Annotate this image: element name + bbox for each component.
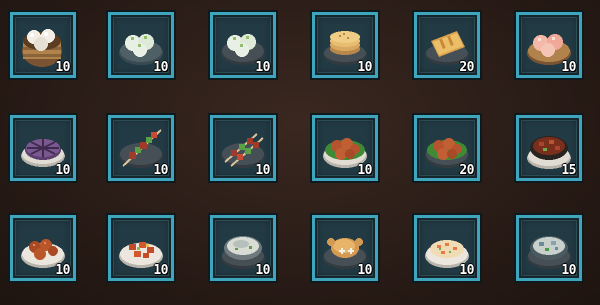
quantity-label: 20 bbox=[459, 60, 474, 75]
inventory-slot[interactable]: 10 bbox=[108, 115, 174, 181]
inventory-slot[interactable]: 10 bbox=[210, 12, 276, 78]
quantity-label: 10 bbox=[153, 263, 168, 278]
quantity-label: 10 bbox=[55, 263, 70, 278]
quantity-label: 10 bbox=[153, 60, 168, 75]
quantity-label: 10 bbox=[357, 60, 372, 75]
quantity-label: 10 bbox=[55, 163, 70, 178]
quantity-label: 20 bbox=[459, 163, 474, 178]
quantity-label: 10 bbox=[357, 263, 372, 278]
quantity-label: 10 bbox=[357, 163, 372, 178]
quantity-label: 10 bbox=[255, 60, 270, 75]
inventory-slot[interactable]: 10 bbox=[414, 215, 480, 281]
inventory-slot[interactable]: 10 bbox=[108, 215, 174, 281]
quantity-label: 10 bbox=[255, 263, 270, 278]
quantity-label: 10 bbox=[459, 263, 474, 278]
inventory-slot[interactable]: 10 bbox=[312, 115, 378, 181]
inventory-slot[interactable]: 20 bbox=[414, 115, 480, 181]
inventory-slot[interactable]: 10 bbox=[516, 215, 582, 281]
quantity-label: 10 bbox=[561, 263, 576, 278]
quantity-label: 10 bbox=[255, 163, 270, 178]
quantity-label: 15 bbox=[561, 163, 576, 178]
inventory-slot[interactable]: 10 bbox=[10, 215, 76, 281]
inventory-slot[interactable]: 10 bbox=[108, 12, 174, 78]
inventory-slot[interactable]: 20 bbox=[414, 12, 480, 78]
quantity-label: 10 bbox=[55, 60, 70, 75]
inventory-slot[interactable]: 10 bbox=[10, 115, 76, 181]
inventory-slot[interactable]: 10 bbox=[312, 215, 378, 281]
inventory-slot[interactable]: 10 bbox=[312, 12, 378, 78]
inventory-slot[interactable]: 15 bbox=[516, 115, 582, 181]
inventory-slot[interactable]: 10 bbox=[516, 12, 582, 78]
inventory-slot[interactable]: 10 bbox=[10, 12, 76, 78]
quantity-label: 10 bbox=[561, 60, 576, 75]
inventory-slot[interactable]: 10 bbox=[210, 115, 276, 181]
inventory-slot[interactable]: 10 bbox=[210, 215, 276, 281]
inventory-grid: 10 10 10 10 20 10 10 10 10 10 20 15 10 1… bbox=[0, 0, 600, 305]
quantity-label: 10 bbox=[153, 163, 168, 178]
